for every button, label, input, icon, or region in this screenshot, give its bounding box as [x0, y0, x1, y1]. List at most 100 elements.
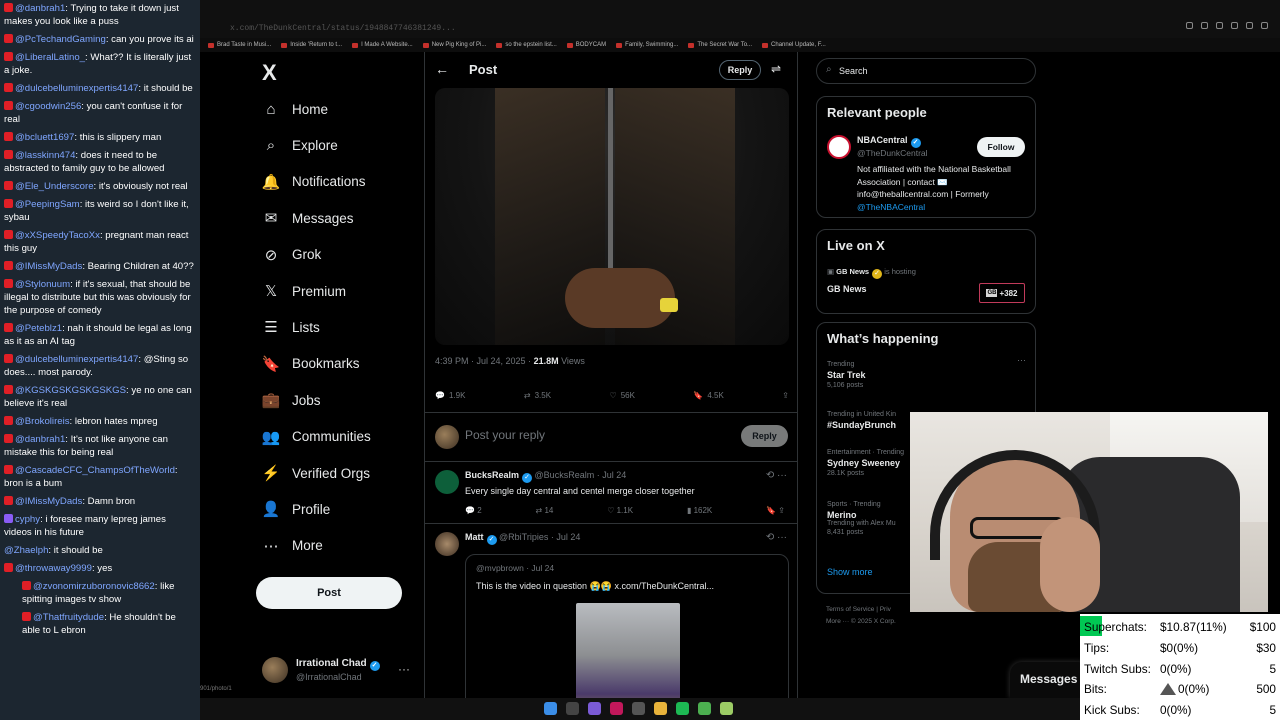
nav-item-verified-orgs[interactable]: ⚡ Verified Orgs: [262, 461, 370, 485]
chat-username[interactable]: cyphy: [15, 514, 40, 525]
chat-username[interactable]: @dulcebelluminexpertis4147: [15, 83, 138, 94]
extension-icon[interactable]: [1216, 22, 1223, 29]
bookmark-item[interactable]: so the epstein list...: [496, 38, 557, 52]
chat-username[interactable]: @Stylonuum: [15, 279, 70, 290]
back-arrow-icon[interactable]: ←: [435, 61, 449, 77]
bookmark-item[interactable]: Inside 'Return to t...: [281, 38, 342, 52]
nav-item-grok[interactable]: ⊘ Grok: [262, 243, 322, 267]
live-listener-count[interactable]: GB +382: [979, 283, 1025, 303]
repost-action[interactable]: ⇄ 14: [536, 506, 554, 515]
post-button[interactable]: Post: [256, 577, 402, 609]
nav-item-messages[interactable]: ✉ Messages: [262, 206, 354, 230]
nav-item-home[interactable]: ⌂ Home: [262, 97, 328, 121]
nav-item-jobs[interactable]: 💼 Jobs: [262, 388, 321, 412]
chat-username[interactable]: @dulcebelluminexpertis4147: [15, 354, 138, 365]
footer-links[interactable]: Terms of Service | Priv More ··· © 2025 …: [826, 604, 896, 628]
chat-username[interactable]: @PcTechandGaming: [15, 34, 106, 45]
reply-stat[interactable]: 💬 1.9K: [435, 387, 465, 403]
quoted-tweet[interactable]: @mvpbrown · Jul 24 This is the video in …: [465, 554, 789, 698]
chat-username[interactable]: @IMissMyDads: [15, 261, 82, 272]
chat-username[interactable]: @danbrah1: [15, 3, 65, 14]
bookmark-stat[interactable]: 🔖 4.5K: [693, 387, 723, 403]
trend-item[interactable]: Trending Star Trek 5,106 posts: [827, 361, 866, 389]
search-icon[interactable]: [566, 702, 579, 715]
x-logo[interactable]: X: [262, 60, 277, 86]
chat-username[interactable]: @LiberalLatino_: [15, 52, 85, 63]
bookmark-item[interactable]: New Pig King of Pi...: [422, 38, 486, 52]
nav-item-explore[interactable]: ⌕ Explore: [262, 133, 338, 157]
zoom-icon[interactable]: [1186, 22, 1193, 29]
nav-item-premium[interactable]: 𝕏 Premium: [262, 279, 346, 303]
share-icon[interactable]: 🔖 ⇪: [766, 506, 785, 515]
folder-icon[interactable]: [654, 702, 667, 715]
bookmark-item[interactable]: Family, Swimming...: [616, 38, 678, 52]
post-image[interactable]: [435, 88, 789, 345]
like-action[interactable]: ♡ 1.1K: [607, 506, 633, 515]
chat-username[interactable]: @KGSKGSKGSKGSKGS: [15, 385, 126, 396]
extension-icon[interactable]: [1201, 22, 1208, 29]
reply-tweet[interactable]: BucksRealm ✓ @BucksRealm · Jul 24 ⟲ ··· E…: [425, 462, 797, 524]
chat-username[interactable]: @zvonomirzuboronovic8662: [33, 581, 155, 592]
bookmark-item[interactable]: Brad Taste in Musi...: [208, 38, 271, 52]
profile-icon[interactable]: [1261, 22, 1268, 29]
app-icon[interactable]: [610, 702, 623, 715]
avatar[interactable]: [435, 470, 459, 494]
trend-item[interactable]: Entertainment · Trending Sydney Sweeney …: [827, 449, 904, 477]
chat-username[interactable]: @Ele_Underscore: [15, 181, 94, 192]
bookmark-star-icon[interactable]: [1246, 22, 1253, 29]
trend-item[interactable]: Sports · Trending Merino Trending with A…: [827, 501, 896, 536]
chat-username[interactable]: @danbrah1: [15, 434, 65, 445]
account-switcher[interactable]: Irrational Chad ✓ @IrrationalChad ···: [262, 655, 412, 685]
nav-item-profile[interactable]: 👤 Profile: [262, 497, 331, 521]
avatar[interactable]: [827, 135, 851, 159]
nav-item-communities[interactable]: 👥 Communities: [262, 425, 371, 449]
show-more-link[interactable]: Show more: [827, 567, 873, 577]
chat-username[interactable]: @Brokolireis: [15, 416, 70, 427]
compose-reply-button[interactable]: Reply: [741, 425, 788, 447]
more-options-icon[interactable]: ⟲ ···: [766, 470, 787, 481]
avatar[interactable]: [435, 532, 459, 556]
obs-icon[interactable]: [588, 702, 601, 715]
nav-item-lists[interactable]: ☰ Lists: [262, 315, 320, 339]
spotify-icon[interactable]: [676, 702, 689, 715]
quoted-image[interactable]: [576, 603, 680, 698]
bookmark-item[interactable]: The Secret War To...: [688, 38, 752, 52]
address-bar[interactable]: x.com/TheDunkCentral/status/194884774638…: [230, 24, 456, 33]
bookmark-item[interactable]: BODYCAM: [566, 38, 606, 52]
chat-username[interactable]: @cgoodwin256: [15, 101, 81, 112]
share-icon[interactable]: ⇪: [782, 387, 789, 403]
chat-username[interactable]: @Thatfruitydude: [33, 612, 104, 623]
windows-start-icon[interactable]: [544, 702, 557, 715]
trend-item[interactable]: Trending in United Kin #SundayBrunch: [827, 411, 896, 430]
follow-button[interactable]: Follow: [977, 137, 1025, 157]
chat-username[interactable]: @throwaway9999: [15, 563, 92, 574]
nav-item-bookmarks[interactable]: 🔖 Bookmarks: [262, 352, 360, 376]
app-icon[interactable]: [720, 702, 733, 715]
live-space-title[interactable]: GB News: [827, 284, 867, 294]
chat-username[interactable]: @lasskinn474: [15, 150, 75, 161]
chat-username[interactable]: @bcluett1697: [15, 132, 74, 143]
reply-button[interactable]: Reply: [719, 60, 761, 80]
bookmark-item[interactable]: I Made A Website...: [352, 38, 413, 52]
views-action[interactable]: ▮ 162K: [687, 506, 712, 515]
shield-icon[interactable]: [1231, 22, 1238, 29]
nav-item-notifications[interactable]: 🔔 Notifications: [262, 170, 366, 194]
chat-username[interactable]: @PeepingSam: [15, 199, 80, 210]
reply-input[interactable]: Post your reply: [465, 428, 545, 442]
chat-username[interactable]: @IMissMyDads: [15, 496, 82, 507]
filter-settings-icon[interactable]: ⇌: [771, 62, 781, 76]
chat-username[interactable]: @Zhaelph: [4, 545, 48, 556]
app-icon[interactable]: [698, 702, 711, 715]
like-stat[interactable]: ♡ 56K: [610, 387, 635, 403]
more-options-icon[interactable]: ···: [1017, 355, 1026, 365]
search-input[interactable]: ⌕ Search: [816, 58, 1036, 84]
person-name[interactable]: NBACentral ✓: [857, 135, 921, 148]
chat-username[interactable]: @CascadeCFC_ChampsOfTheWorld: [15, 465, 175, 476]
nav-item-more[interactable]: ⋯ More: [262, 534, 323, 558]
more-options-icon[interactable]: ···: [398, 662, 410, 676]
chat-username[interactable]: @xXSpeedyTacoXx: [15, 230, 100, 241]
reply-tweet[interactable]: Matt ✓ @RbiTripies · Jul 24 ⟲ ··· @mvpbro…: [425, 524, 797, 698]
repost-stat[interactable]: ⇄ 3.5K: [524, 387, 551, 403]
chat-username[interactable]: @Peteblz1: [15, 323, 62, 334]
more-options-icon[interactable]: ⟲ ···: [766, 532, 787, 543]
